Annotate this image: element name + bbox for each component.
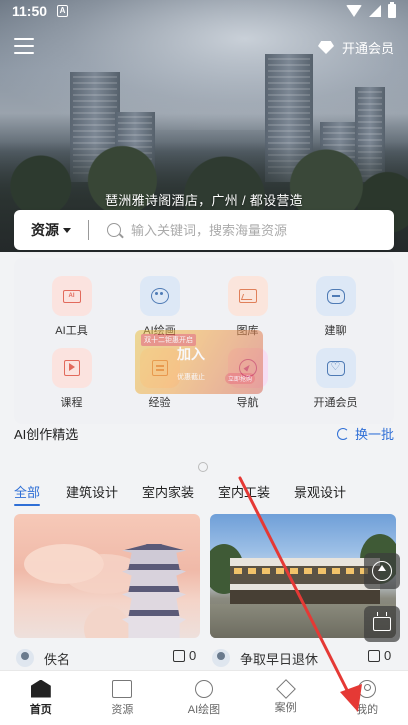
search-icon (107, 223, 121, 237)
image-building (230, 558, 380, 604)
promo-popup[interactable]: 双十二钜惠开启 加入 优惠截止 立即抢购 (135, 330, 263, 394)
tab-all[interactable]: 全部 (14, 482, 66, 501)
live-tv-button[interactable] (364, 606, 400, 642)
refresh-icon (336, 427, 349, 440)
paint-icon (194, 679, 213, 698)
tab-interior-home[interactable]: 室内家装 (142, 482, 218, 501)
back-to-top-button[interactable] (364, 553, 400, 589)
tv-icon (373, 617, 391, 631)
search-input[interactable] (131, 222, 371, 238)
tab-label: 首页 (29, 703, 52, 716)
search-divider (88, 220, 89, 240)
category-tabs: 全部 建筑设计 室内家装 室内工装 景观设计 (14, 482, 364, 501)
tab-interior-commercial[interactable]: 室内工装 (218, 482, 294, 501)
tab-landscape[interactable]: 景观设计 (294, 482, 364, 501)
grid-item-gallery[interactable]: 图库 (200, 276, 295, 338)
home-icon (30, 679, 51, 698)
promo-main: 加入 (177, 346, 205, 362)
member-label: 开通会员 (341, 41, 394, 56)
grid-item-label: 经验 (148, 397, 171, 409)
promo-sub: 优惠截止 (177, 374, 205, 381)
artwork-card-image[interactable] (14, 514, 200, 638)
tools-icon (275, 678, 296, 699)
user-icon (358, 679, 377, 698)
tab-ai-drawing[interactable]: AI绘图 (163, 671, 245, 725)
grid-item-member[interactable]: 开通会员 (288, 348, 383, 410)
folder-icon (112, 679, 133, 698)
grid-item-label: 导航 (236, 397, 259, 409)
gallery-icon (227, 276, 268, 316)
thumbs-up-icon (368, 649, 380, 662)
like-count: 0 (189, 648, 197, 663)
avatar (16, 649, 34, 667)
like-count: 0 (384, 648, 392, 663)
card-author[interactable]: 佚名 (16, 648, 70, 668)
grid-item-label: 建聊 (324, 325, 347, 337)
bottom-tab-bar: 首页 资源 AI绘图 案例 我的 (0, 670, 408, 725)
like-button[interactable]: 0 (173, 648, 196, 663)
system-icons (346, 2, 396, 18)
avatar (212, 649, 230, 667)
status-time: 11:50 (12, 3, 48, 19)
video-icon (51, 348, 92, 388)
grid-item-chat[interactable]: 建聊 (288, 276, 383, 338)
palette-icon (139, 276, 180, 316)
tab-resources[interactable]: 资源 (82, 671, 164, 725)
like-button[interactable]: 0 (368, 648, 391, 663)
diamond-icon (318, 41, 334, 54)
status-bar: 11:50 A (0, 0, 408, 24)
search-category-label: 资源 (31, 222, 59, 238)
search-category-dropdown[interactable]: 资源 (14, 220, 88, 240)
menu-button[interactable] (14, 38, 34, 54)
arrow-up-icon (372, 561, 392, 581)
member-icon (315, 348, 356, 388)
image-cloud (24, 544, 104, 584)
image-pagoda (122, 534, 186, 638)
tab-cases[interactable]: 案例 (245, 671, 327, 725)
image-sun (84, 606, 130, 638)
ai-tool-icon: AI (51, 276, 92, 316)
thumbs-up-icon (173, 649, 185, 662)
promo-cta: 立即抢购 (224, 373, 255, 384)
grid-item-ai-tool[interactable]: AI AI工具 (24, 276, 119, 338)
battery-icon (388, 2, 396, 18)
refresh-label: 换一批 (354, 427, 394, 442)
tab-label: 我的 (356, 703, 379, 716)
section-title: AI创作精选 (14, 427, 79, 442)
search-bar: 资源 (14, 210, 394, 250)
tab-mine[interactable]: 我的 (326, 671, 408, 725)
tab-label: AI绘图 (187, 703, 221, 716)
grid-item-course[interactable]: 课程 (24, 348, 119, 410)
grid-item-label: 开通会员 (313, 397, 358, 409)
tab-label: 资源 (111, 703, 134, 716)
refresh-button[interactable]: 换一批 (336, 424, 394, 443)
wifi-icon (346, 5, 362, 17)
tab-underline (14, 504, 40, 506)
image-lights (234, 568, 374, 574)
chat-icon (315, 276, 356, 316)
hero-caption: 琶洲雅诗阁酒店，广州 / 都设营造 (105, 193, 303, 208)
author-name: 佚名 (44, 651, 71, 667)
member-button[interactable]: 开通会员 (318, 38, 394, 57)
grid-item-label: 课程 (60, 397, 83, 409)
grid-item-label: AI工具 (55, 325, 88, 337)
tab-architecture[interactable]: 建筑设计 (66, 482, 142, 501)
card-author[interactable]: 争取早日退休 (212, 648, 318, 668)
tab-home[interactable]: 首页 (0, 671, 82, 725)
touch-indicator (198, 462, 208, 472)
author-name: 争取早日退休 (240, 651, 319, 667)
caret-down-icon (63, 227, 71, 233)
notification-a-icon: A (57, 5, 68, 17)
grid-item-ai-painting[interactable]: AI绘画 (112, 276, 207, 338)
signal-icon (369, 5, 381, 17)
tab-label: 案例 (274, 701, 297, 714)
